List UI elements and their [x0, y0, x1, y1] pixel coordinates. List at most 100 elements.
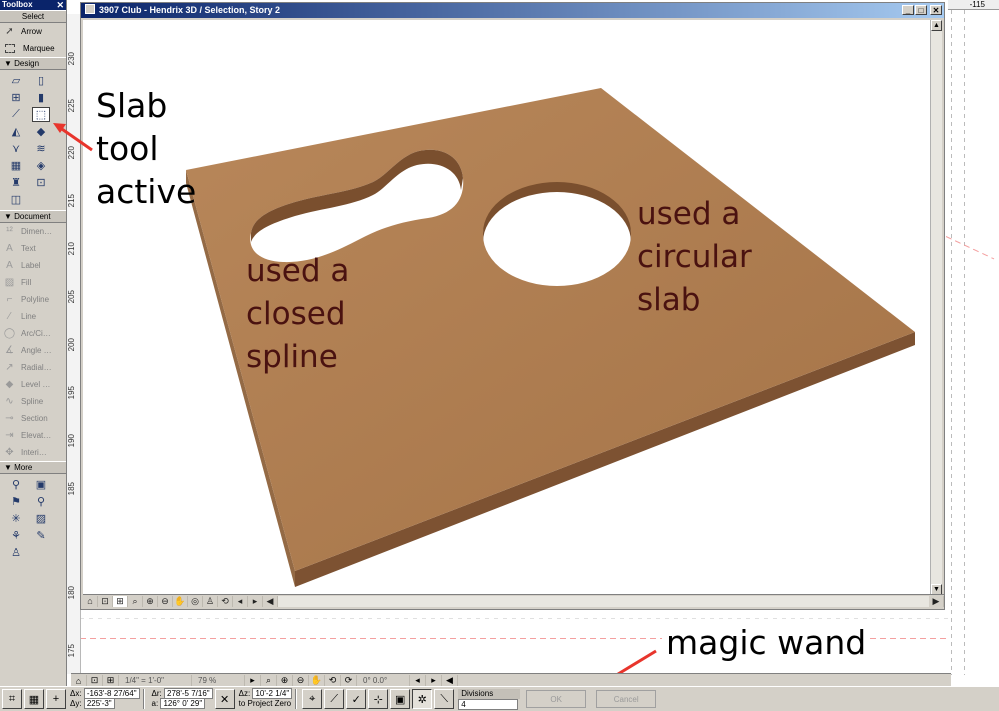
tool-text[interactable]: A Text	[0, 240, 66, 257]
dy-field[interactable]: 225'-3"	[83, 698, 115, 709]
pan-hand-icon[interactable]: ✋	[173, 595, 188, 607]
morph-tool-icon[interactable]: ◫	[7, 192, 25, 207]
figure-tool-icon[interactable]: ▣	[32, 477, 50, 492]
3d-view-mode-icon[interactable]: ⌂	[83, 595, 98, 607]
scroll-left-icon[interactable]: ◀	[263, 595, 278, 607]
angle-field[interactable]: 126° 0' 29"	[160, 698, 206, 709]
roof-tool-icon[interactable]: ◭	[7, 124, 25, 139]
stair-tool-icon[interactable]: ≋	[32, 141, 50, 156]
zoom-box-icon[interactable]: ⌕	[261, 674, 277, 687]
tool-spline[interactable]: ∿ Spline	[0, 393, 66, 410]
window-tool-icon[interactable]: ⊞	[7, 90, 25, 105]
zoom-readout[interactable]: 79 %	[192, 674, 245, 687]
design-section-header[interactable]: ▼ Design	[0, 57, 66, 70]
curtain-wall-tool-icon[interactable]: ▦	[7, 158, 25, 173]
cancel-button[interactable]: Cancel	[596, 690, 657, 708]
tool-interior-elevation[interactable]: ✥ Interi…	[0, 444, 66, 461]
scroll-right-icon[interactable]: ▶	[929, 595, 944, 607]
tool-fill[interactable]: ▨ Fill	[0, 274, 66, 291]
zoom-in-icon[interactable]: ⊕	[277, 674, 293, 687]
magic-wand-icon[interactable]: ✲	[412, 689, 433, 709]
scroll-left-icon[interactable]: ◀	[442, 674, 458, 687]
grid-tool-icon[interactable]: ⚲	[32, 494, 50, 509]
orbit-icon[interactable]: ◎	[188, 595, 203, 607]
angle-readout[interactable]: 0° 0.0°	[357, 674, 410, 687]
ok-button[interactable]: OK	[526, 690, 587, 708]
zoom-out-icon[interactable]: ⊖	[293, 674, 309, 687]
beam-tool-icon[interactable]: ⟋	[7, 107, 25, 122]
tool-angle-dimension[interactable]: ∡ Angle …	[0, 342, 66, 359]
explore-figure-icon[interactable]: ♙	[203, 595, 218, 607]
zoom-in-icon[interactable]: ⊕	[143, 595, 158, 607]
special-snap-icon[interactable]: ⊹	[368, 689, 389, 709]
maximize-button[interactable]: □	[915, 5, 927, 15]
fit-in-window-icon[interactable]: ⊡	[87, 674, 103, 687]
document-section-header[interactable]: ▼ Document	[0, 210, 66, 223]
suspend-groups-icon[interactable]: ▣	[390, 689, 411, 709]
zoom-out-icon[interactable]: ⊖	[158, 595, 173, 607]
tool-label[interactable]: A Label	[0, 257, 66, 274]
zoom-back-icon[interactable]: ◂	[233, 595, 248, 607]
lamp-tool-icon[interactable]: ♜	[7, 175, 25, 190]
previous-zoom-icon[interactable]: ⟳	[341, 674, 357, 687]
slab-tool-icon[interactable]: ⬚	[32, 107, 50, 122]
scale-readout[interactable]: 1/4" = 1'-0"	[119, 674, 192, 687]
shell-tool-icon[interactable]: ◆	[32, 124, 50, 139]
tool-arc-circle[interactable]: ◯ Arc/Ci…	[0, 325, 66, 342]
tool-elevation[interactable]: ⇥ Elevat…	[0, 427, 66, 444]
toolbox-titlebar[interactable]: Toolbox ✕	[0, 0, 66, 10]
tool-line[interactable]: ⁄ Line	[0, 308, 66, 325]
3d-viewport[interactable]: used a closed spline used a circular sla…	[83, 20, 933, 595]
origin-icon[interactable]: ✕	[214, 689, 235, 709]
relative-construction-icon[interactable]: +	[46, 689, 66, 709]
scroll-up-icon[interactable]: ▲	[931, 20, 942, 31]
tool-section[interactable]: ⊸ Section	[0, 410, 66, 427]
snap-line-icon[interactable]: ⟋	[324, 689, 345, 709]
division-icon[interactable]: ⟍	[434, 689, 455, 709]
column-tool-icon[interactable]: ▮	[32, 90, 50, 105]
plan-view-icon[interactable]: ⌂	[71, 674, 87, 687]
divisions-field[interactable]: 4	[458, 698, 519, 710]
check-icon[interactable]: ✓	[346, 689, 367, 709]
tool-radial-dimension[interactable]: ↗ Radial…	[0, 359, 66, 376]
dz-field[interactable]: 10'-2 1/4"	[252, 688, 293, 699]
tool-polyline[interactable]: ⌐ Polyline	[0, 291, 66, 308]
close-icon[interactable]: ✕	[56, 0, 64, 10]
3d-window-titlebar[interactable]: 3907 Club - Hendrix 3D / Selection, Stor…	[81, 3, 944, 18]
guide-lines-icon[interactable]: ⌖	[302, 689, 323, 709]
light-tool-icon[interactable]: ✳	[7, 511, 25, 526]
change-tool-icon[interactable]: ♙	[7, 545, 25, 560]
select-section-header[interactable]: Select	[0, 10, 66, 23]
zoom-forward-icon[interactable]: ▸	[248, 595, 263, 607]
zone-tool-icon[interactable]: ⊡	[32, 175, 50, 190]
zoom-box-icon[interactable]: ⌕	[128, 595, 143, 607]
vertical-scrollbar[interactable]: ▲ ▼	[930, 20, 942, 595]
zoom-to-selection-icon[interactable]: ⊞	[103, 674, 119, 687]
hotspot-tool-icon[interactable]: ⚑	[7, 494, 25, 509]
tool-dimension[interactable]: ¹² Dimen…	[0, 223, 66, 240]
horizontal-scrollbar[interactable]	[278, 595, 929, 607]
grid-snap-icon[interactable]: ⌗	[2, 689, 22, 709]
project-zero-select[interactable]: to Project Zero	[239, 699, 293, 709]
wall-tool-icon[interactable]: ▱	[7, 73, 25, 88]
mesh-tool-icon[interactable]: ⋎	[7, 141, 25, 156]
previous-zoom-icon[interactable]: ⟲	[218, 595, 233, 607]
pan-hand-icon[interactable]: ✋	[309, 674, 325, 687]
object-tool-icon[interactable]: ◈	[32, 158, 50, 173]
zoom-forward-icon[interactable]: ▸	[426, 674, 442, 687]
fit-in-window-icon[interactable]: ⊡	[98, 595, 113, 607]
construction-grid-icon[interactable]: ▦	[24, 689, 44, 709]
sun-tool-icon[interactable]: ⚘	[7, 528, 25, 543]
camera-tool-icon[interactable]: ⚲	[7, 477, 25, 492]
tool-marquee[interactable]: Marquee	[0, 40, 66, 57]
tool-level-dimension[interactable]: ◆ Level …	[0, 376, 66, 393]
tool-arrow[interactable]: ➚ Arrow	[0, 23, 66, 40]
drawing-tool-icon[interactable]: ✎	[32, 528, 50, 543]
close-button[interactable]: ✕	[930, 5, 942, 15]
rotate-view-icon[interactable]: ⟲	[325, 674, 341, 687]
zoom-menu-icon[interactable]: ▸	[245, 674, 261, 687]
more-section-header[interactable]: ▼ More	[0, 461, 66, 474]
picture-tool-icon[interactable]: ▨	[32, 511, 50, 526]
zoom-to-selection-icon[interactable]: ⊞	[113, 595, 128, 607]
zoom-back-icon[interactable]: ◂	[410, 674, 426, 687]
